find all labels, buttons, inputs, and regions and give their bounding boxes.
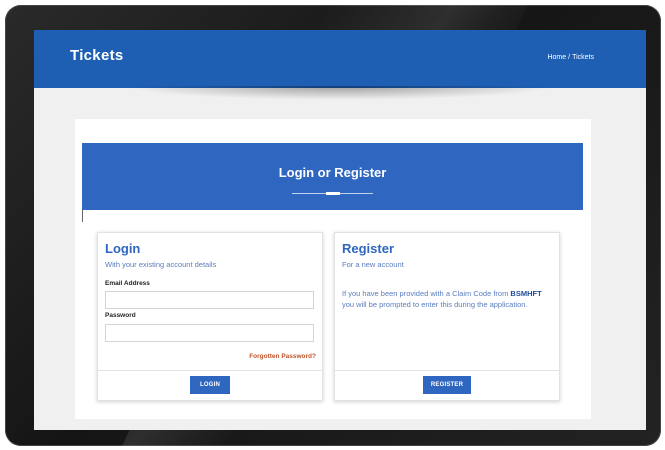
register-footer-divider <box>335 370 559 371</box>
register-text-end: you will be prompted to enter this durin… <box>342 299 528 309</box>
login-heading: Login <box>105 241 141 256</box>
header-shadow <box>124 86 556 100</box>
email-field[interactable] <box>105 291 314 309</box>
hero-banner: Login or Register <box>82 143 583 210</box>
page-title: Tickets <box>70 47 124 64</box>
login-button[interactable]: LOGIN <box>190 376 230 394</box>
register-button[interactable]: REGISTER <box>423 376 471 394</box>
breadcrumb-separator: / <box>568 54 571 61</box>
forgot-password-link[interactable]: Forgotten Password? <box>249 353 316 360</box>
register-subtitle: For a new account <box>342 260 404 269</box>
breadcrumb: Home / Tickets <box>547 54 594 61</box>
login-footer-divider <box>98 370 322 371</box>
breadcrumb-home[interactable]: Home <box>547 54 566 61</box>
login-subtitle: With your existing account details <box>105 260 217 269</box>
claim-code-org: BSMHFT <box>510 289 542 298</box>
register-heading: Register <box>342 241 395 256</box>
hero-title: Login or Register <box>278 165 387 180</box>
content-card: Login or Register Login With your existi… <box>75 119 591 419</box>
register-text-start: If you have been provided with a Claim C… <box>342 289 511 298</box>
email-label: Email Address <box>105 280 150 287</box>
header-bar: Tickets Home / Tickets <box>34 30 646 88</box>
browser-screen: Tickets Home / Tickets Login or Register L… <box>34 30 646 430</box>
register-panel: Register For a new account If you have b… <box>334 232 560 401</box>
device-frame: Tickets Home / Tickets Login or Register L… <box>5 5 661 446</box>
password-label: Password <box>105 312 136 319</box>
hero-divider-accent <box>326 192 340 195</box>
breadcrumb-current: Tickets <box>572 54 594 61</box>
hero-edge-line <box>82 210 83 222</box>
password-field[interactable] <box>105 324 314 342</box>
login-panel: Login With your existing account details… <box>97 232 323 401</box>
register-description: If you have been provided with a Claim C… <box>342 289 554 310</box>
